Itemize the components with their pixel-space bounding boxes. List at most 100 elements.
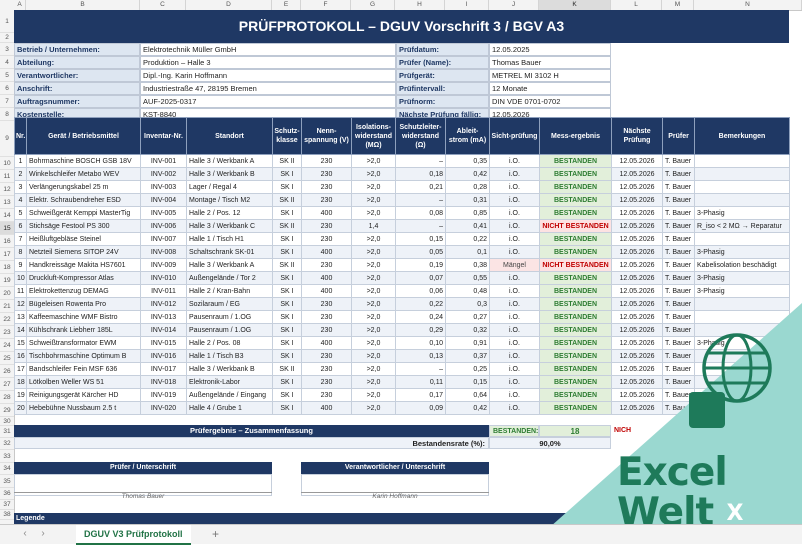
table-cell[interactable]: INV-008 — [140, 245, 187, 259]
row-header-12[interactable]: 12 — [0, 183, 14, 196]
table-cell[interactable]: i.O. — [489, 193, 540, 207]
table-cell[interactable]: T. Bauer — [662, 284, 695, 298]
table-cell[interactable]: T. Bauer — [662, 258, 695, 272]
table-cell[interactable]: 10 — [14, 271, 27, 285]
table-cell[interactable]: 2 — [14, 167, 27, 181]
table-cell[interactable]: Lötkolben Weller WS 51 — [26, 375, 141, 389]
table-cell[interactable]: BESTANDEN — [539, 206, 612, 220]
row-header-35[interactable]: 35 — [0, 475, 14, 488]
row-header-25[interactable]: 25 — [0, 352, 14, 365]
table-cell[interactable]: 11 — [14, 284, 27, 298]
column-header-m[interactable]: M — [662, 0, 694, 10]
table-cell[interactable]: Stichsäge Festool PS 300 — [26, 219, 141, 233]
table-cell[interactable]: 8 — [14, 245, 27, 259]
table-cell[interactable]: Tischbohrmaschine Optimum B — [26, 349, 141, 363]
table-cell[interactable]: 0,09 — [395, 401, 446, 415]
table-cell[interactable]: Außengelände / Eingang — [186, 388, 273, 402]
table-cell[interactable]: 0,38 — [445, 258, 490, 272]
table-cell[interactable]: 400 — [301, 284, 352, 298]
info-value[interactable]: Industriestraße 47, 28195 Bremen — [140, 82, 396, 95]
table-cell[interactable]: Heißluftgebläse Steinel — [26, 232, 141, 246]
row-header-5[interactable]: 5 — [0, 69, 14, 82]
table-cell[interactable]: 230 — [301, 323, 352, 337]
table-cell[interactable]: SK I — [272, 388, 302, 402]
row-header-9[interactable]: 9 — [0, 121, 14, 157]
row-header-1[interactable]: 1 — [0, 10, 14, 33]
table-cell[interactable]: 7 — [14, 232, 27, 246]
table-cell[interactable]: Sozilaraum / EG — [186, 297, 273, 311]
table-cell[interactable]: Halle 3 / Werkbank A — [186, 154, 273, 168]
table-cell[interactable]: Bandschleifer Fein MSF 636 — [26, 362, 141, 376]
table-cell[interactable]: 0,10 — [395, 336, 446, 350]
table-cell[interactable]: 12 — [14, 297, 27, 311]
table-cell[interactable]: 0,05 — [395, 245, 446, 259]
row-header-14[interactable]: 14 — [0, 209, 14, 222]
column-header-c[interactable]: C — [140, 0, 186, 10]
table-cell[interactable]: SK I — [272, 245, 302, 259]
row-header-13[interactable]: 13 — [0, 196, 14, 209]
row-header-3[interactable]: 3 — [0, 43, 14, 56]
table-cell[interactable]: 0,08 — [395, 206, 446, 220]
table-cell[interactable]: BESTANDEN — [539, 284, 612, 298]
table-cell[interactable]: 0,11 — [395, 375, 446, 389]
table-cell[interactable]: i.O. — [489, 154, 540, 168]
table-cell[interactable]: INV-015 — [140, 336, 187, 350]
column-header-a[interactable]: A — [14, 0, 26, 10]
row-header-23[interactable]: 23 — [0, 326, 14, 339]
column-header-l[interactable]: L — [611, 0, 662, 10]
row-header-16[interactable]: 16 — [0, 235, 14, 248]
table-cell[interactable]: Winkelschleifer Metabo WEV — [26, 167, 141, 181]
row-header-28[interactable]: 28 — [0, 391, 14, 404]
table-cell[interactable]: 0,13 — [395, 349, 446, 363]
table-cell[interactable]: 12.05.2026 — [611, 284, 663, 298]
table-cell[interactable]: INV-010 — [140, 271, 187, 285]
table-cell[interactable]: 3-Phasig — [694, 206, 790, 220]
row-header-6[interactable]: 6 — [0, 82, 14, 95]
info-value[interactable]: Elektrotechnik Müller GmbH — [140, 43, 396, 56]
table-cell[interactable]: >2,0 — [351, 349, 396, 363]
table-cell[interactable]: – — [395, 193, 446, 207]
table-cell[interactable]: Halle 2 / Kran-Bahn — [186, 284, 273, 298]
table-cell[interactable]: 6 — [14, 219, 27, 233]
table-cell[interactable]: Halle 3 / Werkbank C — [186, 219, 273, 233]
table-cell[interactable]: INV-009 — [140, 258, 187, 272]
table-cell[interactable]: >2,0 — [351, 323, 396, 337]
row-header-21[interactable]: 21 — [0, 300, 14, 313]
table-cell[interactable]: 400 — [301, 271, 352, 285]
table-cell[interactable]: 230 — [301, 349, 352, 363]
table-cell[interactable]: Mängel — [489, 258, 540, 272]
table-cell[interactable]: 0,22 — [395, 297, 446, 311]
table-cell[interactable]: R_iso < 2 MΩ → Reparatur — [694, 219, 790, 233]
table-cell[interactable]: Elektronik-Labor — [186, 375, 273, 389]
prev-sheet-icon[interactable]: ‹ — [18, 527, 32, 541]
table-cell[interactable]: SK I — [272, 206, 302, 220]
table-cell[interactable]: BESTANDEN — [539, 154, 612, 168]
table-cell[interactable]: T. Bauer — [662, 193, 695, 207]
table-cell[interactable]: SK I — [272, 167, 302, 181]
table-cell[interactable]: INV-012 — [140, 297, 187, 311]
table-cell[interactable]: INV-013 — [140, 310, 187, 324]
table-cell[interactable]: 12.05.2026 — [611, 154, 663, 168]
table-cell[interactable]: Halle 1 / Tisch H1 — [186, 232, 273, 246]
table-cell[interactable]: INV-006 — [140, 219, 187, 233]
info-value[interactable]: AUF-2025-0317 — [140, 95, 396, 108]
table-cell[interactable]: 0,07 — [395, 271, 446, 285]
table-cell[interactable]: SK I — [272, 349, 302, 363]
table-cell[interactable]: Netzteil Siemens SITOP 24V — [26, 245, 141, 259]
table-cell[interactable]: Lager / Regal 4 — [186, 180, 273, 194]
table-cell[interactable]: i.O. — [489, 219, 540, 233]
next-sheet-icon[interactable]: › — [36, 527, 50, 541]
table-cell[interactable]: Hebebühne Nussbaum 2.5 t — [26, 401, 141, 415]
table-cell[interactable]: 14 — [14, 323, 27, 337]
table-cell[interactable]: >2,0 — [351, 271, 396, 285]
table-cell[interactable]: BESTANDEN — [539, 167, 612, 181]
table-cell[interactable]: Schweißgerät Kemppi MasterTig — [26, 206, 141, 220]
info-value[interactable]: Dipl.-Ing. Karin Hoffmann — [140, 69, 396, 82]
table-cell[interactable]: – — [395, 219, 446, 233]
table-cell[interactable]: 20 — [14, 401, 27, 415]
table-cell[interactable]: i.O. — [489, 180, 540, 194]
table-cell[interactable]: 13 — [14, 310, 27, 324]
table-cell[interactable]: 12.05.2026 — [611, 232, 663, 246]
table-cell[interactable]: 18 — [14, 375, 27, 389]
table-cell[interactable]: Halle 2 / Pos. 08 — [186, 336, 273, 350]
